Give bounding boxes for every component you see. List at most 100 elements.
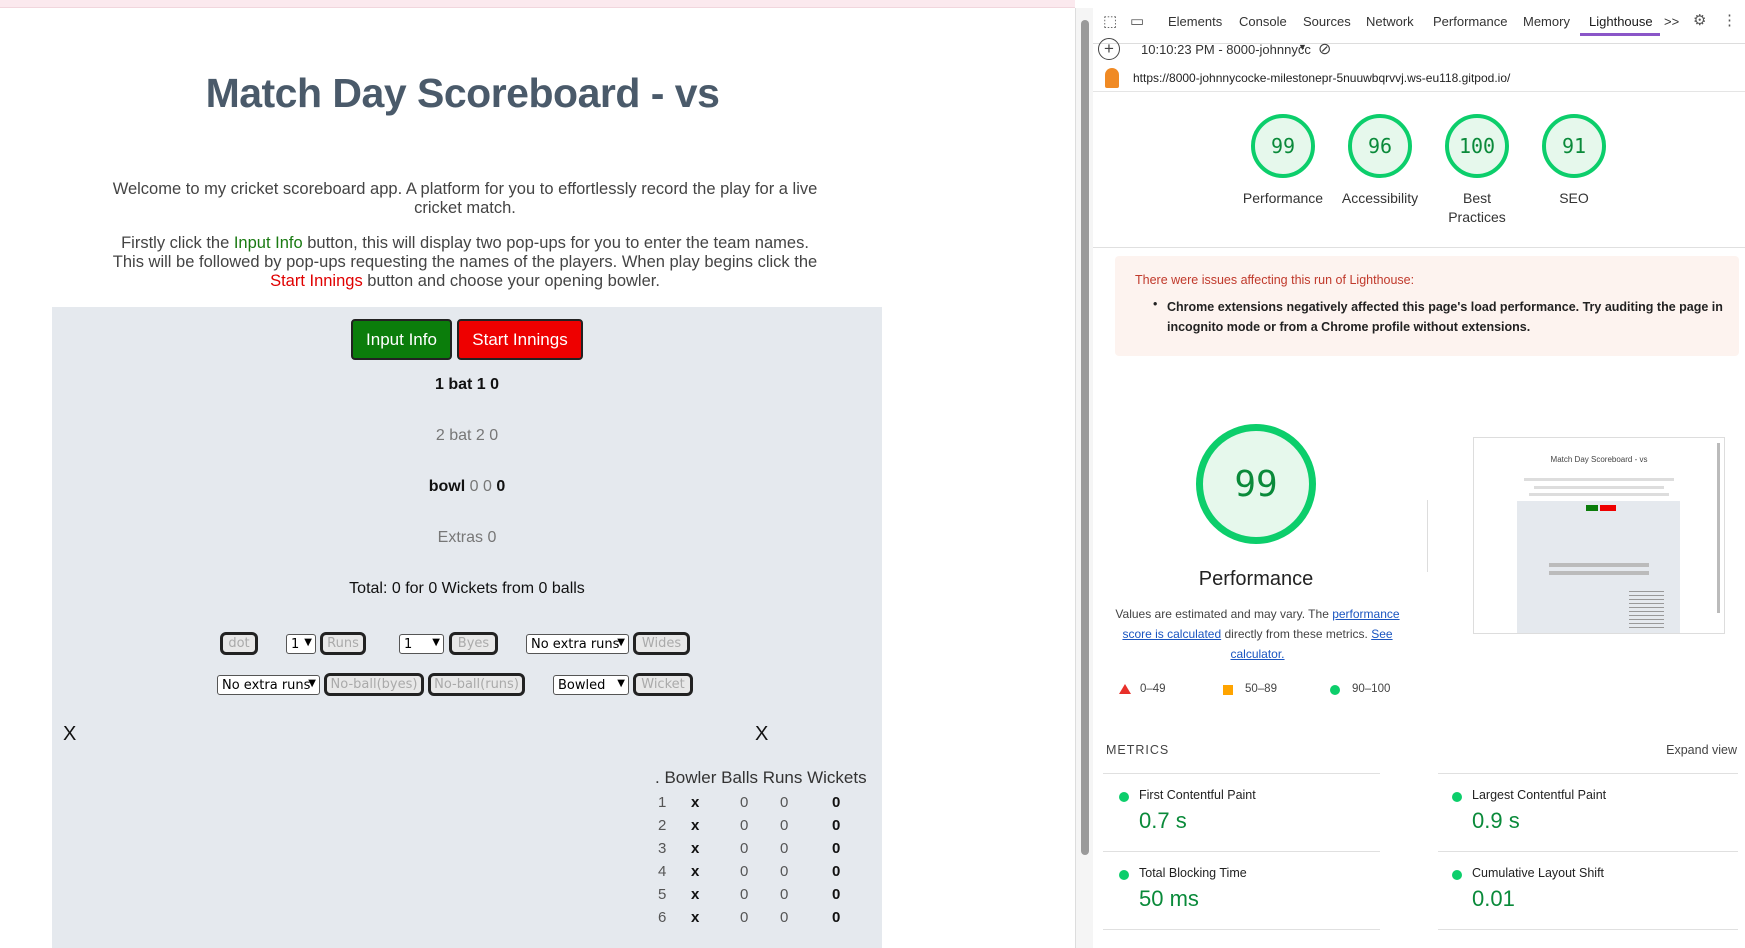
bowler-cell-balls: 0 (740, 794, 749, 811)
bowler-cell-balls: 0 (740, 909, 749, 926)
wicket-type-select[interactable]: Bowled ▼ (553, 675, 629, 695)
tab-elements[interactable]: Elements (1168, 14, 1222, 29)
byes-select[interactable]: 1 ▼ (399, 634, 444, 654)
dot-button[interactable]: dot (220, 632, 258, 655)
divider (1103, 929, 1380, 930)
divider (1438, 929, 1738, 930)
lighthouse-warning-box: There were issues affecting this run of … (1115, 256, 1739, 356)
thumbnail-title: Match Day Scoreboard - vs (1550, 455, 1648, 464)
legend-average: 50–89 (1223, 683, 1277, 695)
device-toolbar-icon[interactable]: ▭ (1130, 12, 1144, 30)
metrics-heading: METRICS (1106, 743, 1170, 757)
input-info-button[interactable]: Input Info (351, 319, 452, 360)
chevron-down-icon[interactable]: ▼ (1298, 42, 1307, 52)
page-screenshot-thumbnail[interactable]: Match Day Scoreboard - vs (1473, 437, 1725, 634)
perf-desc-a: Values are estimated and may vary. The (1115, 607, 1333, 621)
tab-lighthouse[interactable]: Lighthouse (1589, 14, 1653, 29)
bowler-cell-wkts: 0 (832, 817, 841, 834)
wides-button[interactable]: Wides (633, 632, 690, 655)
wicket-button[interactable]: Wicket (633, 673, 693, 696)
page-scrollbar-thumb[interactable] (1081, 20, 1089, 855)
noball-byes-button[interactable]: No-ball(byes) (324, 673, 424, 696)
legend-average-label: 50–89 (1245, 683, 1277, 695)
performance-gauge-label: Performance (1242, 190, 1324, 206)
tab-console[interactable]: Console (1239, 14, 1287, 29)
bowler-table-row: 4 x 0 0 0 (655, 863, 895, 886)
start-innings-button[interactable]: Start Innings (457, 319, 583, 360)
metric-value: 0.7 s (1139, 808, 1187, 833)
seo-gauge[interactable]: 91 (1542, 114, 1606, 178)
divider (1438, 773, 1738, 774)
accessibility-gauge-label: Accessibility (1341, 190, 1419, 206)
lighthouse-report-bar: + 10:10:23 PM - 8000-johnnycc ▼ ⊘ (1093, 36, 1745, 62)
tab-memory[interactable]: Memory (1523, 14, 1570, 29)
intro2-input-info: Input Info (233, 234, 303, 252)
bowler-table-row: 6 x 0 0 0 (655, 909, 895, 932)
intro2-text-a: Firstly click the (121, 234, 234, 252)
metric-name: Cumulative Layout Shift (1472, 866, 1605, 880)
audited-url[interactable]: https://8000-johnnycocke-milestonepr-5nu… (1133, 71, 1510, 85)
chevron-down-icon: ▼ (617, 678, 625, 689)
more-tabs-icon[interactable]: >> (1664, 14, 1679, 29)
metric-name: First Contentful Paint (1139, 788, 1256, 802)
runs-select-value: 1 (291, 636, 300, 652)
performance-score-gauge: 99 (1196, 424, 1316, 544)
thumbnail-red-button (1600, 505, 1616, 511)
bowl-label: bowl (428, 478, 466, 495)
seo-gauge-label: SEO (1559, 190, 1589, 206)
tab-network[interactable]: Network (1366, 14, 1414, 29)
warning-item: Chrome extensions negatively affected th… (1167, 300, 1723, 334)
bowler-cell-runs: 0 (780, 863, 789, 880)
wides-select[interactable]: No extra runs ▼ (526, 634, 629, 654)
clear-icon[interactable]: ⊘ (1318, 39, 1331, 59)
byes-button[interactable]: Byes (449, 632, 498, 655)
divider (1103, 773, 1380, 774)
noball-extra-select[interactable]: No extra runs ▼ (217, 675, 320, 695)
bowler-cell-runs: 0 (780, 794, 789, 811)
best-practices-gauge[interactable]: 100 (1445, 114, 1509, 178)
metric-value: 0.9 s (1472, 808, 1520, 833)
tab-sources[interactable]: Sources (1303, 14, 1351, 29)
performance-gauge[interactable]: 99 (1251, 114, 1315, 178)
metric-value: 0.01 (1472, 886, 1515, 911)
bowler-table-row: 3 x 0 0 0 (655, 840, 895, 863)
bowler-table-row: 5 x 0 0 0 (655, 886, 895, 909)
thumbnail-scrollbar (1717, 443, 1720, 613)
batter-2-line: 2 bat 2 0 (435, 427, 499, 444)
bowler-cell-bowler: x (691, 817, 700, 834)
bowler-table-row: 1 x 0 0 0 (655, 794, 895, 817)
intro-paragraph-1: Welcome to my cricket scoreboard app. A … (112, 180, 818, 217)
bowler-cell-wkts: 0 (832, 794, 841, 811)
bowler-cell-n: 1 (658, 794, 667, 811)
bowler-cell-balls: 0 (740, 863, 749, 880)
legend-fail-label: 0–49 (1140, 683, 1166, 695)
runs-button[interactable]: Runs (320, 632, 366, 655)
chevron-down-icon: ▼ (432, 637, 440, 648)
divider (1103, 851, 1380, 852)
expand-view-toggle[interactable]: Expand view (1666, 743, 1737, 757)
bowler-cell-n: 4 (658, 863, 667, 880)
wides-select-value: No extra runs (531, 636, 620, 652)
tab-performance[interactable]: Performance (1433, 14, 1507, 29)
lighthouse-icon (1105, 68, 1119, 88)
bowler-cell-bowler: x (691, 909, 700, 926)
warning-title: There were issues affecting this run of … (1135, 273, 1415, 287)
thumbnail-controls (1549, 563, 1649, 567)
bullet-icon: • (1153, 297, 1158, 311)
metric-name: Total Blocking Time (1139, 866, 1247, 880)
bowler-cell-runs: 0 (780, 817, 789, 834)
gear-icon[interactable]: ⚙ (1693, 11, 1706, 29)
divider (1093, 247, 1745, 248)
plus-icon[interactable]: + (1098, 38, 1120, 60)
kebab-menu-icon[interactable]: ⋮ (1722, 11, 1737, 29)
divider (1427, 500, 1428, 572)
runs-select[interactable]: 1 ▼ (286, 634, 316, 654)
inspect-element-icon[interactable]: ⬚ (1103, 12, 1117, 30)
bowler-cell-balls: 0 (740, 886, 749, 903)
report-selector[interactable]: 10:10:23 PM - 8000-johnnycc (1141, 42, 1311, 57)
accessibility-gauge[interactable]: 96 (1348, 114, 1412, 178)
bowler-cell-n: 2 (658, 817, 667, 834)
noball-runs-button[interactable]: No-ball(runs) (428, 673, 525, 696)
bowler-cell-runs: 0 (780, 886, 789, 903)
circle-icon (1452, 870, 1462, 880)
